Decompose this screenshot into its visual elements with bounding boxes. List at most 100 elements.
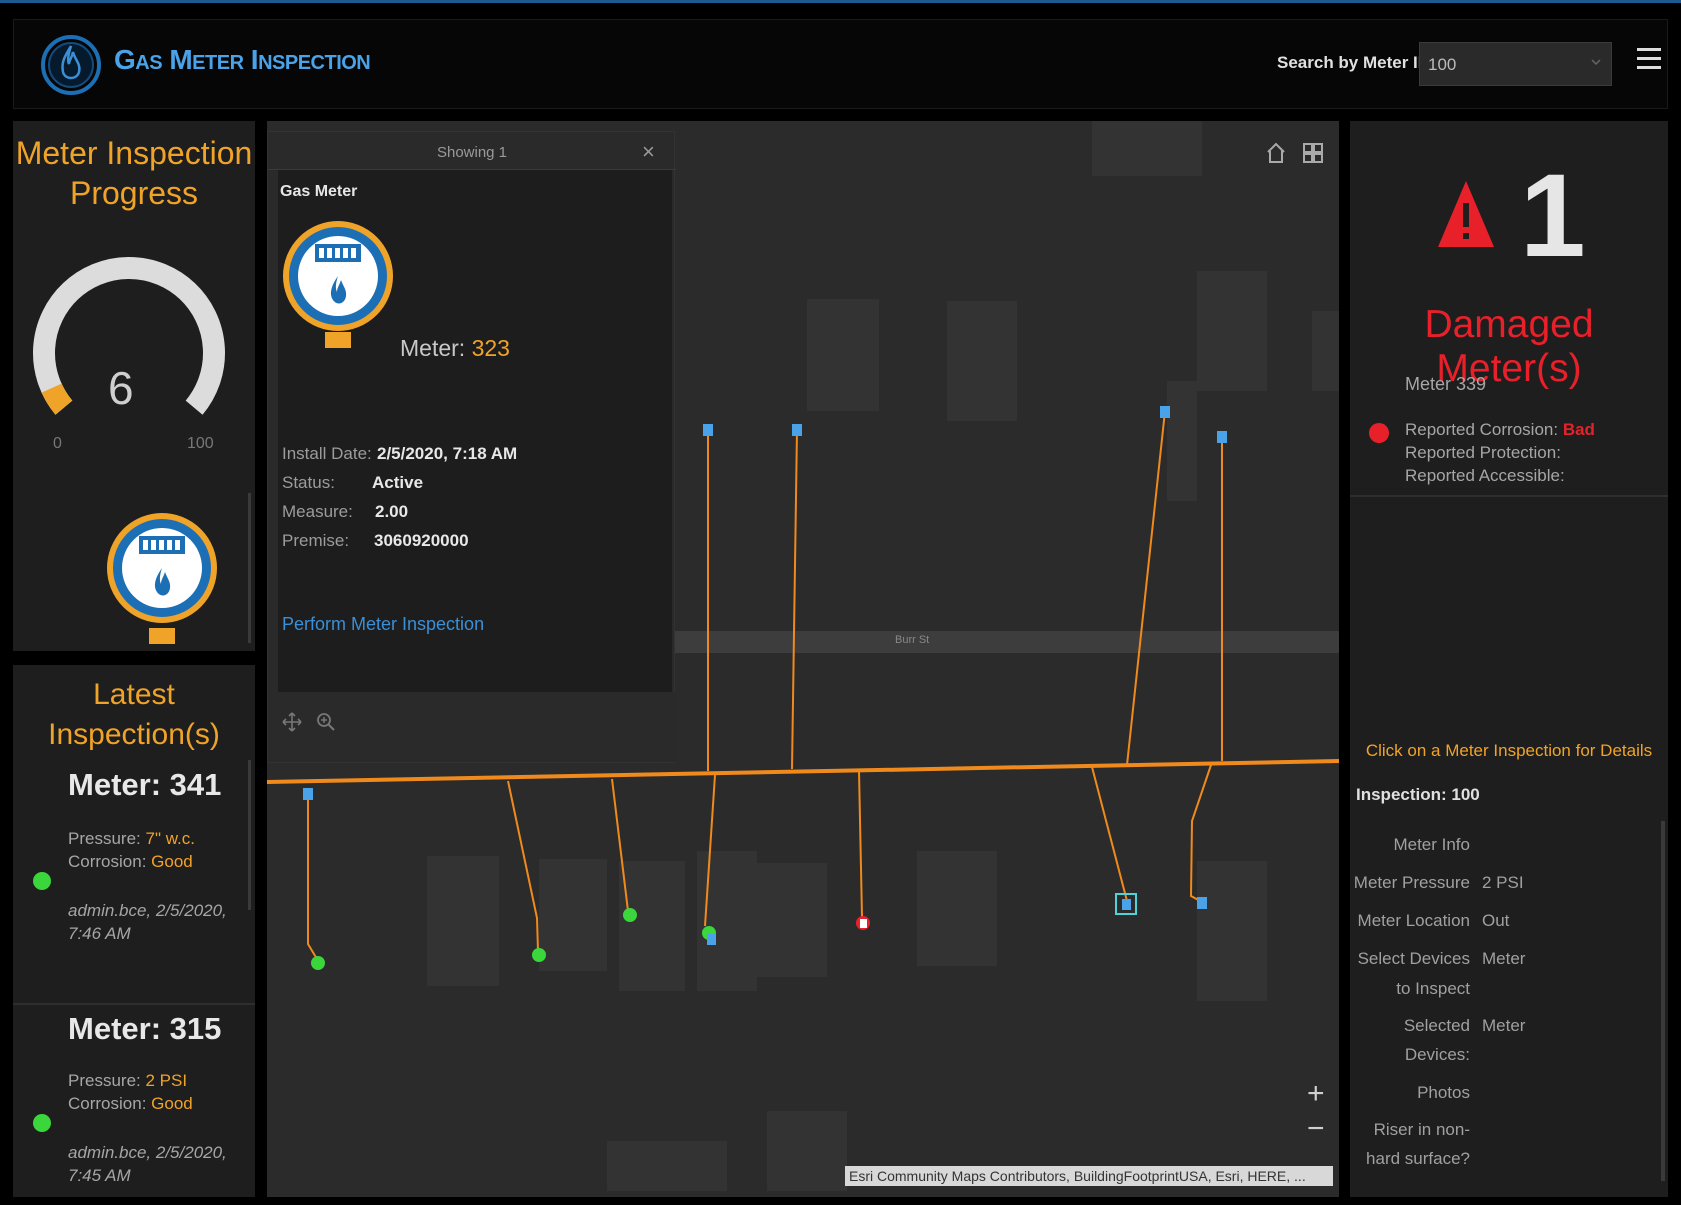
corrosion-value: Good (151, 1094, 193, 1113)
status-dot-bad (1369, 423, 1389, 443)
home-icon[interactable] (1265, 141, 1287, 165)
info-value: Out (1482, 911, 1510, 930)
app-title: Gas Meter Inspection (114, 44, 371, 75)
pressure-label: Pressure: (68, 829, 141, 848)
corrosion-value: Good (151, 852, 193, 871)
info-label: Select Devices (1357, 949, 1470, 968)
admin-line1: admin.bce, 2/5/2020, (68, 1143, 227, 1162)
detail-value-install-date: 2/5/2020, 7:18 AM (377, 444, 518, 463)
detail-label-install-date: Install Date: (282, 444, 372, 463)
gas-meter-icon (107, 513, 217, 644)
progress-title-line2: Progress (69, 175, 199, 211)
damaged-meter-id[interactable]: Meter 339 (1405, 374, 1486, 395)
progress-title-line1: Meter Inspection (15, 135, 253, 171)
zoom-in-button[interactable]: + (1307, 1079, 1325, 1109)
meter-label: Meter: (400, 335, 466, 361)
basemap-gallery-icon[interactable] (1302, 141, 1324, 165)
meter-number: 323 (471, 335, 510, 361)
chevron-down-icon (1591, 59, 1601, 66)
inspection-card[interactable]: Meter: 315 Pressure: 2 PSI Corrosion: Go… (13, 1005, 255, 1197)
progress-title: Meter Inspection Progress (13, 133, 255, 213)
info-value: Meter (1482, 949, 1526, 968)
corrosion-value: Bad (1562, 420, 1595, 439)
reported-protection: Reported Protection: (1405, 443, 1561, 462)
pressure-value: 7" w.c. (145, 829, 195, 848)
gauge-value: 6 (108, 362, 134, 414)
detail-value-status: Active (372, 473, 424, 492)
gas-meter-icon (283, 221, 393, 348)
info-label: Meter Pressure (1353, 873, 1470, 892)
admin-line1: admin.bce, 2/5/2020, (68, 901, 227, 920)
card-pressure: Pressure: 2 PSI (68, 1071, 187, 1091)
gauge-min: 0 (53, 435, 62, 452)
reported-corrosion: Reported Corrosion: Bad (1405, 420, 1595, 440)
popup-header: Showing 1 × (268, 132, 676, 170)
info-value: Meter (1482, 1016, 1526, 1035)
gas-flame-logo-icon (41, 35, 101, 95)
progress-gauge (33, 257, 225, 415)
details-hint: Click on a Meter Inspection for Details (1365, 741, 1653, 760)
damaged-count: 1 (1520, 150, 1586, 282)
detail-label-premise: Premise: (282, 531, 350, 550)
detail-value-measure: 2.00 (375, 502, 409, 521)
latest-scrollbar[interactable] (248, 760, 251, 910)
pan-icon[interactable] (282, 712, 302, 732)
warning-icon (1438, 181, 1494, 247)
detail-label-status: Status: (282, 473, 335, 492)
info-label: hard surface? (1366, 1149, 1470, 1168)
pressure-label: Pressure: (68, 1071, 141, 1090)
search-label: Search by Meter ID (1277, 53, 1431, 72)
info-label: Riser in non- (1373, 1120, 1470, 1139)
close-icon[interactable]: × (642, 139, 655, 165)
zoom-out-button[interactable]: − (1307, 1114, 1325, 1144)
app-frame: Gas Meter Inspection Search by Meter ID … (0, 0, 1681, 1205)
admin-line2: 7:46 AM (68, 924, 131, 943)
zoom-to-icon[interactable] (316, 712, 336, 732)
info-label: Selected (1403, 1016, 1470, 1035)
info-value: 2 PSI (1482, 873, 1524, 892)
meter-id-search-select[interactable]: 100 (1419, 42, 1612, 86)
inspection-id: Inspection: 100 (1356, 785, 1480, 804)
damaged-title: Damaged Meter(s) (1424, 303, 1594, 390)
progress-scrollbar[interactable] (248, 493, 251, 643)
status-dot-good (33, 872, 51, 890)
info-label: Meter Info (1393, 835, 1470, 854)
popup-body: Gas Meter Meter: 323 Install Date: 2/5/2… (278, 170, 672, 692)
card-meter: Meter: 315 (68, 1011, 222, 1046)
perform-inspection-link[interactable]: Perform Meter Inspection (282, 614, 484, 635)
corrosion-label: Corrosion: (68, 1094, 147, 1113)
inspection-card[interactable]: Meter: 341 Pressure: 7" w.c. Corrosion: … (13, 665, 255, 1005)
app-header: Gas Meter Inspection Search by Meter ID … (13, 19, 1668, 109)
card-admin: admin.bce, 2/5/2020, 7:46 AM (68, 899, 227, 945)
card-admin: admin.bce, 2/5/2020, 7:45 AM (68, 1141, 227, 1187)
feature-popup: Showing 1 × Gas Meter Meter: 323 Install… (267, 131, 676, 763)
popup-meter-number: Meter: 323 (400, 335, 510, 362)
card-corrosion: Corrosion: Good (68, 1094, 193, 1114)
corrosion-label: Corrosion: (68, 852, 147, 871)
popup-count: Showing 1 (436, 144, 508, 161)
detail-value-premise: 3060920000 (374, 531, 469, 550)
road-label: Burr St (895, 634, 930, 646)
info-label: Photos (1417, 1083, 1470, 1102)
pressure-value: 2 PSI (145, 1071, 188, 1090)
gauge-max: 100 (187, 435, 214, 452)
info-label: Meter Location (1357, 911, 1470, 930)
admin-line2: 7:45 AM (68, 1166, 131, 1185)
corrosion-label: Reported Corrosion: (1405, 420, 1559, 439)
details-scrollbar[interactable] (1661, 821, 1665, 1181)
hamburger-menu-icon[interactable] (1637, 48, 1661, 74)
map-attribution: Esri Community Maps Contributors, Buildi… (845, 1166, 1333, 1186)
info-label: to Inspect (1396, 979, 1470, 998)
search-value: 100 (1428, 55, 1457, 74)
card-meter: Meter: 341 (68, 767, 222, 802)
card-corrosion: Corrosion: Good (68, 852, 193, 872)
status-dot-good (33, 1114, 51, 1132)
popup-feature-type: Gas Meter (280, 183, 358, 200)
info-label: Devices: (1404, 1045, 1470, 1064)
card-pressure: Pressure: 7" w.c. (68, 829, 195, 849)
reported-accessible: Reported Accessible: (1405, 466, 1565, 485)
latest-inspections-panel: Latest Inspection(s) Meter: 341 Pressure… (13, 665, 255, 1197)
damaged-meters-panel: 1 Damaged Meter(s) Meter 339 Reported Co… (1350, 121, 1668, 1197)
map-view[interactable]: Burr St + − Esri Community Maps Contribu… (267, 121, 1339, 1197)
popup-footer (268, 692, 676, 762)
